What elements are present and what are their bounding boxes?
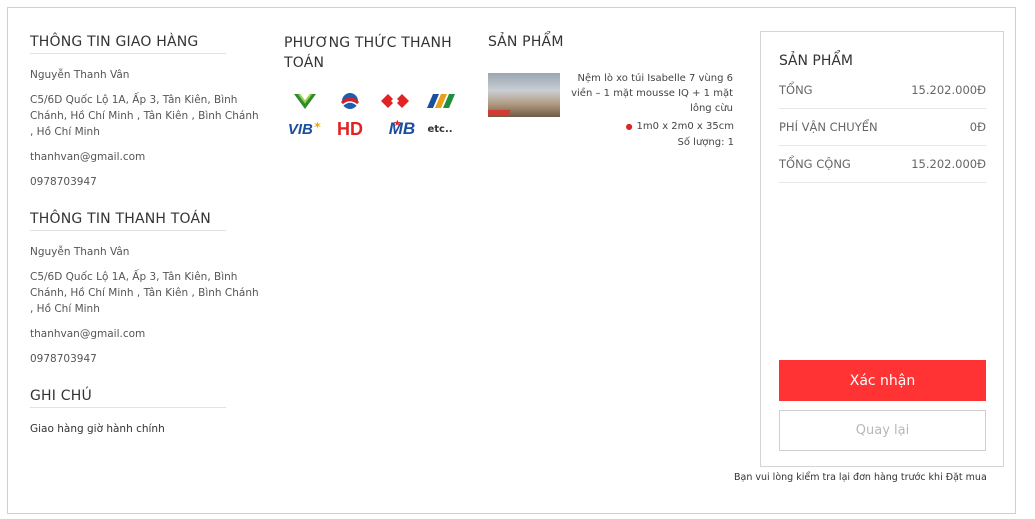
- subtotal-label: TỔNG: [779, 82, 813, 97]
- vib-logo-icon: VIB ✶: [284, 119, 326, 139]
- shipping-name: Nguyễn Thanh Vân: [30, 69, 130, 81]
- product-column: SẢN PHẨM Nệm lò xo túi Isabelle 7 vùng 6…: [488, 33, 736, 153]
- shipping-email: thanhvan@gmail.com: [30, 151, 146, 163]
- subtotal-row: TỔNG 15.202.000Đ: [779, 71, 986, 109]
- payment-address: C5/6D Quốc Lộ 1A, Ấp 3, Tân Kiên, Bình C…: [30, 271, 259, 315]
- payment-method-column: PHƯƠNG THỨC THANH TOÁN VIB ✶ HD MB ★ etc..: [284, 33, 464, 139]
- order-summary-panel: SẢN PHẨM TỔNG 15.202.000Đ PHÍ VẬN CHUYỂN…: [760, 31, 1004, 467]
- product-title: SẢN PHẨM: [488, 34, 564, 50]
- payment-phone: 0978703947: [30, 353, 97, 365]
- summary-title: SẢN PHẨM: [779, 53, 854, 69]
- vib-logo-text: VIB: [287, 120, 313, 138]
- product-name: Nệm lò xo túi Isabelle 7 vùng 6 viền – 1…: [571, 73, 733, 114]
- product-quantity: Số lượng: 1: [677, 137, 734, 148]
- product-item: Nệm lò xo túi Isabelle 7 vùng 6 viền – 1…: [488, 73, 736, 153]
- star-icon: ✶: [312, 118, 323, 132]
- vietcombank-logo-icon: [284, 91, 326, 111]
- shipping-fee-row: PHÍ VẬN CHUYỂN 0Đ: [779, 108, 986, 146]
- bullet-icon: ●: [625, 121, 633, 131]
- total-value: 15.202.000Đ: [911, 156, 986, 171]
- customer-info-column: THÔNG TIN GIAO HÀNG Nguyễn Thanh Vân C5/…: [30, 33, 270, 437]
- shipping-fee-value: 0Đ: [969, 119, 986, 134]
- shipping-fee-label: PHÍ VẬN CHUYỂN: [779, 119, 878, 134]
- shipping-address: C5/6D Quốc Lộ 1A, Ấp 3, Tân Kiên, Bình C…: [30, 94, 259, 138]
- product-size-text: 1m0 x 2m0 x 35cm: [636, 121, 734, 132]
- hd-logo-text: HD: [337, 118, 363, 139]
- confirm-button[interactable]: Xác nhận: [779, 360, 986, 401]
- etc-text: etc..: [427, 123, 453, 135]
- more-banks-label: etc..: [419, 119, 461, 139]
- payment-name: Nguyễn Thanh Vân: [30, 246, 130, 258]
- note-text: Giao hàng giờ hành chính: [30, 423, 165, 435]
- back-button[interactable]: Quay lại: [779, 410, 986, 451]
- hdbank-logo-icon: HD: [329, 119, 371, 139]
- review-hint: Bạn vui lòng kiểm tra lại đơn hàng trước…: [734, 472, 987, 483]
- payment-email: thanhvan@gmail.com: [30, 328, 146, 340]
- payment-method-title: PHƯƠNG THỨC THANH TOÁN: [284, 35, 452, 71]
- shipping-phone: 0978703947: [30, 176, 97, 188]
- subtotal-value: 15.202.000Đ: [911, 82, 986, 97]
- bank-logos: VIB ✶ HD MB ★ etc..: [284, 91, 464, 139]
- vpbank-logo-icon: [419, 91, 461, 111]
- total-label: TỔNG CỘNG: [779, 156, 851, 171]
- payment-info-title: THÔNG TIN THANH TOÁN: [30, 210, 226, 231]
- star-icon: ★: [393, 119, 402, 129]
- note-title: GHI CHÚ: [30, 387, 226, 408]
- vietinbank-logo-icon: [329, 91, 371, 111]
- mbbank-logo-icon: MB ★: [374, 119, 416, 139]
- product-image: [488, 73, 560, 117]
- product-size: ● 1m0 x 2m0 x 35cm: [626, 121, 734, 132]
- techcombank-logo-icon: [374, 91, 416, 111]
- shipping-info-title: THÔNG TIN GIAO HÀNG: [30, 33, 226, 54]
- total-row: TỔNG CỘNG 15.202.000Đ: [779, 145, 986, 183]
